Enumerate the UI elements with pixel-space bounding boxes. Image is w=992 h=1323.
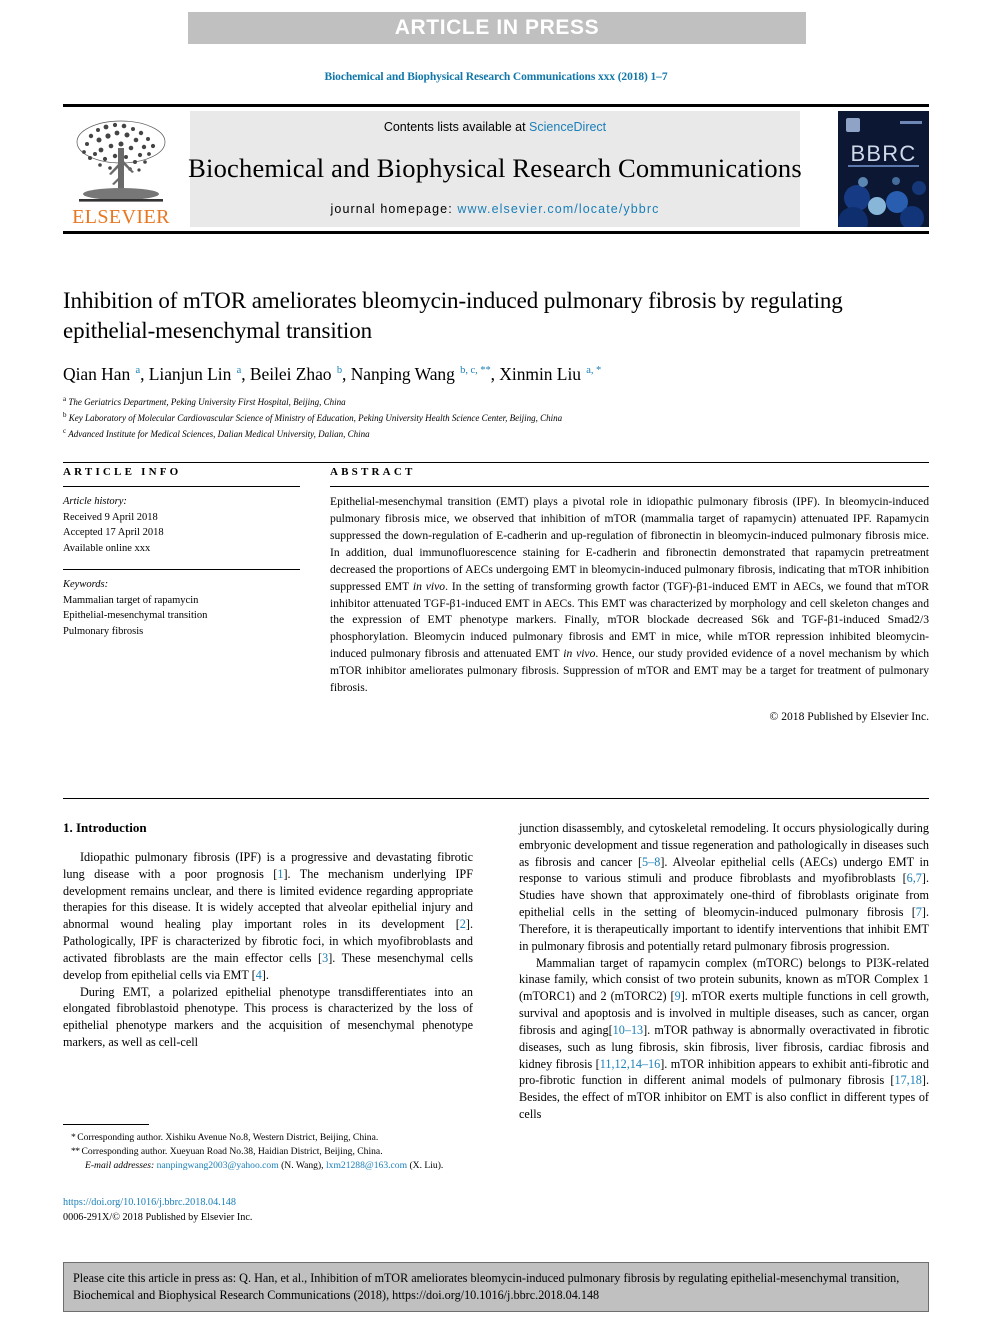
- cover-bubble-icon: [912, 181, 926, 195]
- doi-link[interactable]: https://doi.org/10.1016/j.bbrc.2018.04.1…: [63, 1195, 473, 1210]
- journal-title: Biochemical and Biophysical Research Com…: [188, 152, 802, 183]
- affiliation-marker: b: [63, 411, 67, 420]
- corresponding-author-text: Corresponding author. Xishiku Avenue No.…: [77, 1132, 379, 1143]
- abstract-column: ABSTRACT Epithelial-mesenchymal transiti…: [330, 466, 929, 723]
- article-info-column: ARTICLE INFO Article history: Received 9…: [63, 466, 300, 639]
- body-top-rule: [63, 798, 929, 799]
- abstract-divider: [330, 486, 929, 487]
- double-asterisk-icon: **: [71, 1146, 82, 1157]
- paragraph: Mammalian target of rapamycin complex (m…: [519, 955, 930, 1122]
- masthead-top-rule: [63, 104, 929, 107]
- article-history-label: Article history:: [63, 496, 127, 507]
- reference-link[interactable]: 17,18: [894, 1073, 921, 1087]
- cover-bubble-icon: [900, 206, 924, 227]
- cover-bubble-icon: [858, 177, 868, 187]
- reference-link[interactable]: 9: [675, 989, 681, 1003]
- running-head: Biochemical and Biophysical Research Com…: [324, 71, 668, 83]
- keywords-divider: [63, 569, 300, 571]
- article-in-press-banner: ARTICLE IN PRESS: [188, 12, 806, 44]
- page-title: Inhibition of mTOR ameliorates bleomycin…: [63, 288, 843, 344]
- reference-link[interactable]: 1: [277, 867, 283, 881]
- sciencedirect-link[interactable]: ScienceDirect: [529, 120, 606, 134]
- keyword-item: Mammalian target of rapamycin: [63, 594, 199, 606]
- affiliation-item: b Key Laboratory of Molecular Cardiovasc…: [63, 411, 563, 424]
- keywords-block: Keywords: Mammalian target of rapamycin …: [63, 577, 300, 639]
- reference-link[interactable]: 5–8: [642, 855, 660, 869]
- affiliation-marker: a: [63, 395, 67, 404]
- masthead-bottom-rule: [63, 231, 929, 234]
- reference-link[interactable]: 3: [322, 951, 328, 965]
- affiliation-marker: c: [63, 426, 67, 435]
- article-history-item: Available online xxx: [63, 542, 151, 554]
- bbrc-journal-cover: BBRC: [838, 111, 929, 227]
- article-history-item: Accepted 17 April 2018: [63, 527, 164, 539]
- email-owner-2: (X. Liu).: [409, 1160, 444, 1171]
- article-in-press-label: ARTICLE IN PRESS: [394, 16, 600, 39]
- email-addresses-label: E-mail addresses:: [85, 1160, 155, 1171]
- body-column-right: junction disassembly, and cytoskeletal r…: [519, 820, 929, 1123]
- email-link-2[interactable]: lxm21288@163.com: [326, 1160, 407, 1171]
- email-owner-1: (N. Wang),: [281, 1160, 324, 1171]
- contents-list-line: Contents lists available at ScienceDirec…: [384, 120, 606, 134]
- affiliation-item: c Advanced Institute for Medical Science…: [63, 426, 370, 439]
- reference-link[interactable]: 7: [916, 905, 922, 919]
- elsevier-mini-icon: [846, 118, 860, 132]
- email-link-1[interactable]: nanpingwang2003@yahoo.com: [157, 1160, 279, 1171]
- footnotes-block: * Corresponding author. Xishiku Avenue N…: [63, 1124, 473, 1226]
- abstract-text: Epithelial-mesenchymal transition (EMT) …: [330, 495, 930, 695]
- abstract-heading: ABSTRACT: [330, 466, 416, 478]
- issn-copyright-line: 0006-291X/© 2018 Published by Elsevier I…: [63, 1212, 253, 1224]
- author-list: Qian Han a, Lianjun Lin a, Beilei Zhao b…: [63, 363, 602, 384]
- email-addresses-note: E-mail addresses: nanpingwang2003@yahoo.…: [63, 1159, 473, 1173]
- contents-list-prefix: Contents lists available at: [383, 120, 530, 134]
- paragraph: junction disassembly, and cytoskeletal r…: [519, 821, 930, 953]
- reference-link[interactable]: 11,12,14–16: [600, 1057, 661, 1071]
- abstract-copyright: © 2018 Published by Elsevier Inc.: [769, 710, 929, 724]
- journal-homepage-prefix: journal homepage:: [330, 202, 458, 216]
- cite-this-article-text: Please cite this article in press as: Q.…: [73, 1271, 900, 1303]
- corresponding-author-note-2: ** Corresponding author. Xueyuan Road No…: [71, 1145, 473, 1159]
- reference-link[interactable]: 6,7: [907, 871, 922, 885]
- elsevier-logo: ELSEVIER: [65, 111, 177, 227]
- article-info-heading: ARTICLE INFO: [63, 466, 182, 478]
- corresponding-author-note-1: * Corresponding author. Xishiku Avenue N…: [71, 1131, 473, 1145]
- article-info-divider: [63, 486, 300, 487]
- keyword-item: Pulmonary fibrosis: [63, 625, 144, 637]
- cite-this-article-box: Please cite this article in press as: Q.…: [63, 1262, 929, 1312]
- cover-bubble-icon: [892, 177, 900, 185]
- affiliation-item: a The Geriatrics Department, Peking Univ…: [63, 395, 346, 408]
- keyword-item: Epithelial-mesenchymal transition: [63, 610, 208, 622]
- journal-masthead: ELSEVIER Contents lists available at Sci…: [63, 104, 929, 234]
- reference-link[interactable]: 2: [460, 917, 466, 931]
- elsevier-wordmark: ELSEVIER: [72, 206, 170, 228]
- corresponding-author-text: Corresponding author. Xueyuan Road No.38…: [81, 1146, 383, 1157]
- cover-bubble-icon: [838, 207, 868, 227]
- bbrc-cover-label: BBRC: [850, 141, 917, 166]
- reference-link[interactable]: 4: [256, 968, 262, 982]
- article-history-item: Received 9 April 2018: [63, 511, 158, 523]
- keywords-label: Keywords:: [63, 579, 109, 591]
- info-abstract-top-rule: [63, 462, 929, 463]
- title-block: Inhibition of mTOR ameliorates bleomycin…: [63, 286, 929, 441]
- journal-homepage-line: journal homepage: www.elsevier.com/locat…: [331, 202, 660, 216]
- masthead-center-panel: Contents lists available at ScienceDirec…: [188, 111, 802, 227]
- cover-barcode-icon: [900, 121, 922, 124]
- bbrc-cover-subrule: [848, 165, 919, 167]
- affiliation-list: a The Geriatrics Department, Peking Univ…: [63, 394, 929, 441]
- journal-homepage-link[interactable]: www.elsevier.com/locate/ybbrc: [457, 202, 659, 216]
- body-column-left: 1. Introduction Idiopathic pulmonary fib…: [63, 820, 473, 1051]
- cover-bubble-icon: [868, 197, 886, 215]
- reference-link[interactable]: 10–13: [613, 1023, 643, 1037]
- doi-block: https://doi.org/10.1016/j.bbrc.2018.04.1…: [63, 1195, 473, 1226]
- article-history-block: Article history: Received 9 April 2018 A…: [63, 494, 300, 556]
- footnote-rule: [63, 1124, 149, 1125]
- elsevier-tree-icon: [76, 120, 166, 202]
- paragraph: During EMT, a polarized epithelial pheno…: [63, 984, 473, 1050]
- section-heading-introduction: 1. Introduction: [63, 820, 147, 835]
- paragraph: Idiopathic pulmonary fibrosis (IPF) is a…: [63, 850, 473, 982]
